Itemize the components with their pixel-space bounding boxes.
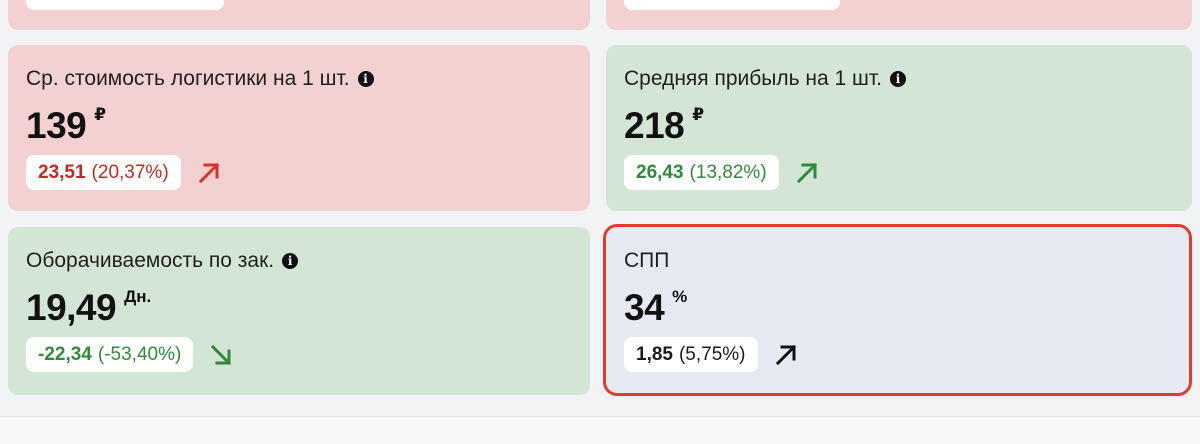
card-value: 218 ₽: [624, 103, 704, 149]
change-percent: (13,82%): [689, 161, 767, 183]
change-row: -22,34 (-53,40%): [26, 337, 233, 372]
change-row: 1,85 (5,75%): [624, 337, 798, 372]
value-unit: Дн.: [124, 287, 152, 306]
change-pill: [26, 0, 224, 10]
card-value: 19,49 Дн.: [26, 285, 151, 331]
metric-card-spp[interactable]: СПП 34 % 1,85 (5,75%): [603, 224, 1192, 396]
change-absolute: 23,51: [38, 161, 86, 183]
arrow-up-right-icon: [795, 161, 819, 185]
change-absolute: -22,34: [38, 343, 92, 365]
value-unit: ₽: [94, 105, 107, 124]
value-number: 34: [624, 287, 665, 328]
value-unit: %: [672, 287, 688, 306]
change-percent: (5,75%): [678, 343, 746, 365]
change-percent: (-53,40%): [97, 343, 182, 365]
value-unit: ₽: [692, 105, 705, 124]
card-title-text: Оборачиваемость по зак.: [26, 249, 275, 272]
change-absolute: 26,43: [636, 161, 684, 183]
card-title: Оборачиваемость по зак. i: [26, 249, 299, 273]
info-icon[interactable]: i: [357, 71, 374, 87]
card-title-text: СПП: [624, 249, 670, 272]
change-pill: [624, 0, 840, 10]
value-number: 19,49: [26, 287, 117, 328]
card-title-text: Ср. стоимость логистики на 1 шт.: [26, 67, 350, 90]
arrow-up-right-icon: [774, 343, 798, 367]
change-percent: (20,37%): [91, 161, 169, 183]
metric-card-turnover[interactable]: Оборачиваемость по зак. i 19,49 Дн. -22,…: [8, 227, 590, 395]
card-title: Ср. стоимость логистики на 1 шт. i: [26, 67, 374, 91]
info-icon[interactable]: i: [890, 71, 907, 87]
metrics-grid: Ср. стоимость логистики на 1 шт. i 139 ₽…: [0, 0, 1200, 444]
value-number: 218: [624, 105, 685, 146]
arrow-up-right-icon: [197, 161, 221, 185]
change-row: 23,51 (20,37%): [26, 155, 221, 190]
info-icon[interactable]: i: [282, 253, 299, 269]
card-value: 34 %: [624, 285, 687, 331]
metric-card-avg-profit[interactable]: Средняя прибыль на 1 шт. i 218 ₽ 26,43 (…: [606, 45, 1192, 211]
arrow-down-right-icon: [209, 343, 233, 367]
metric-card-partial: [8, 0, 590, 30]
change-pill: 23,51 (20,37%): [26, 155, 181, 190]
card-title: СПП: [624, 249, 669, 273]
card-title-text: Средняя прибыль на 1 шт.: [624, 67, 883, 90]
bottom-panel: [0, 416, 1200, 444]
card-value: 139 ₽: [26, 103, 106, 149]
change-pill: 26,43 (13,82%): [624, 155, 779, 190]
change-pill: 1,85 (5,75%): [624, 337, 758, 372]
change-absolute: 1,85: [636, 343, 673, 365]
change-pill: -22,34 (-53,40%): [26, 337, 194, 372]
metric-card-partial: [606, 0, 1192, 30]
value-number: 139: [26, 105, 87, 146]
card-title: Средняя прибыль на 1 шт. i: [624, 67, 907, 91]
metric-card-logistics-cost[interactable]: Ср. стоимость логистики на 1 шт. i 139 ₽…: [8, 45, 590, 211]
change-row: 26,43 (13,82%): [624, 155, 819, 190]
